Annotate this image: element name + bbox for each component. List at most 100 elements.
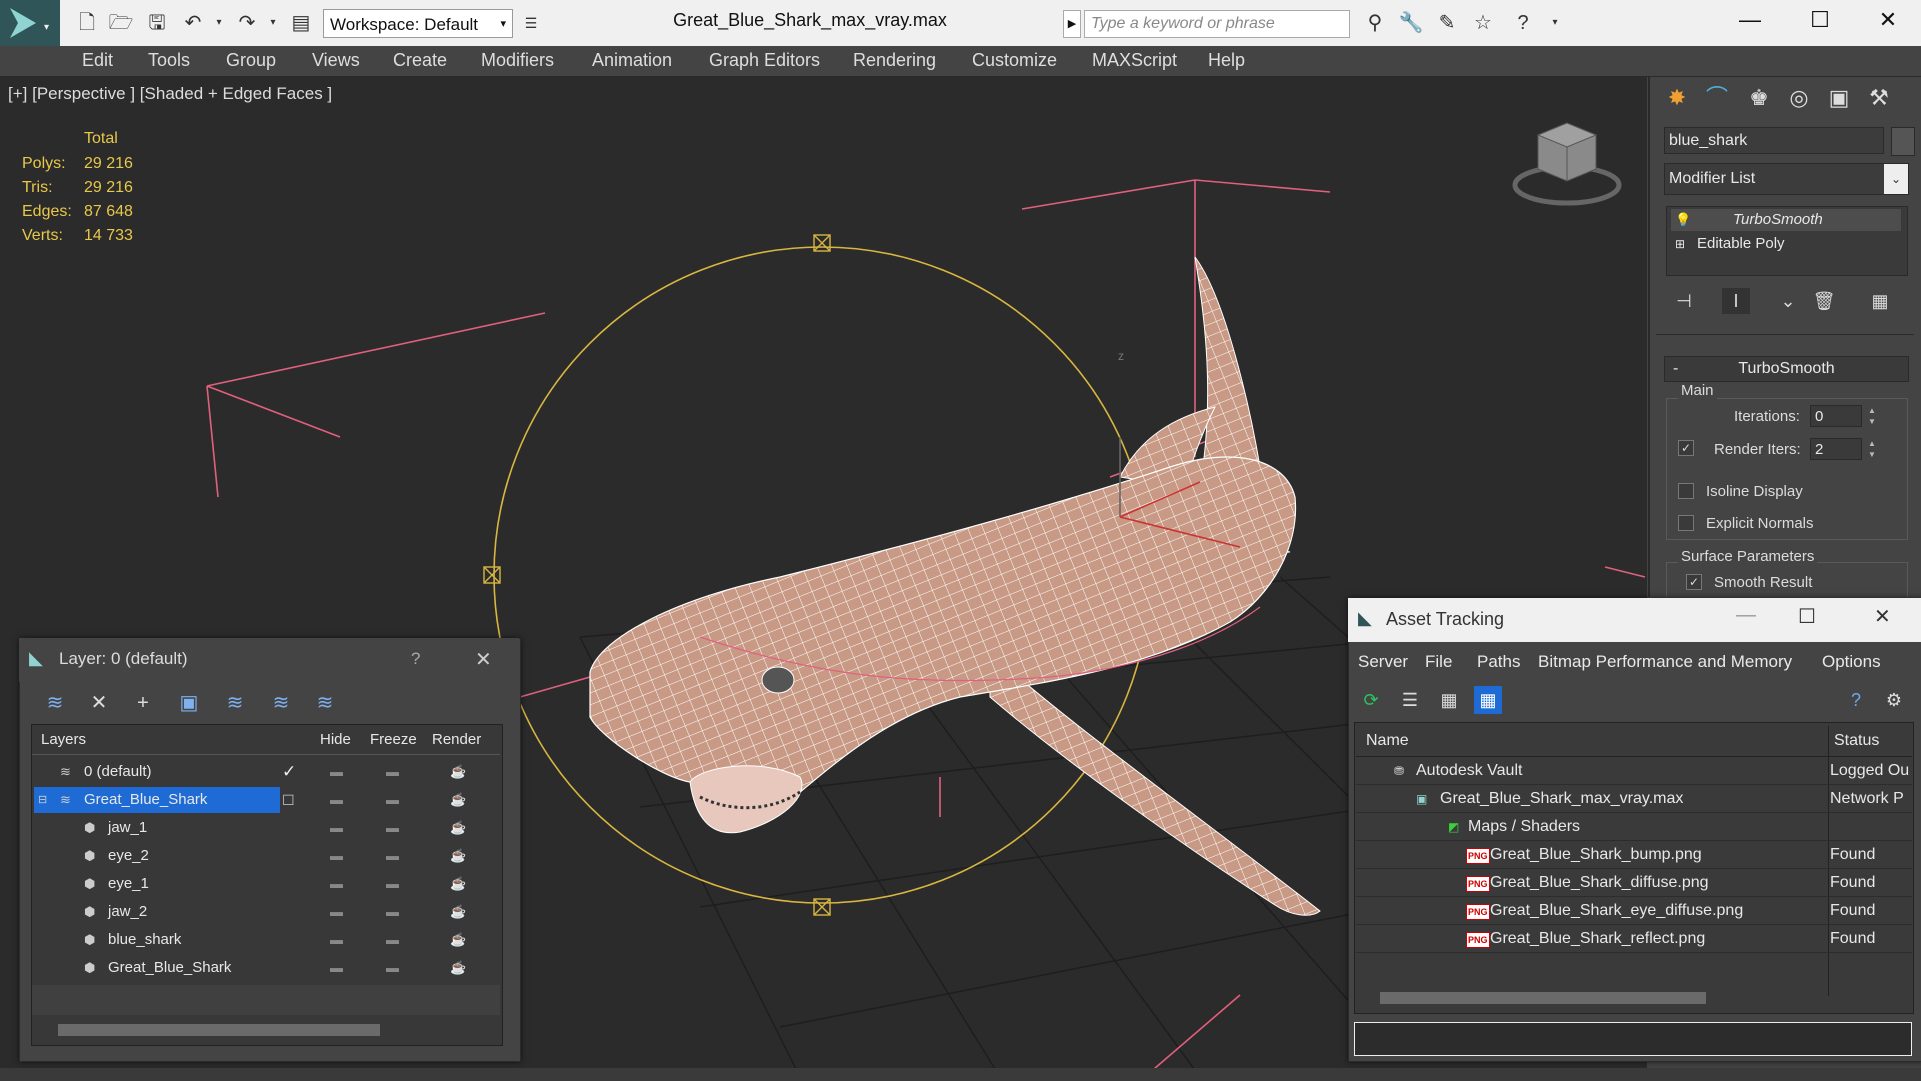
render-iters-checkbox[interactable]: ✓: [1678, 440, 1694, 456]
create-tab-icon[interactable]: ✸: [1660, 82, 1694, 114]
layer-row[interactable]: ⬢ jaw_2 ▬ ▬ ☕: [34, 899, 498, 925]
highlight-selected-icon[interactable]: ≋: [220, 688, 250, 718]
tree-view-icon[interactable]: ▦: [1435, 686, 1463, 714]
freeze-toggle[interactable]: ▬: [386, 955, 399, 981]
maximize-button[interactable]: ☐: [1786, 0, 1854, 46]
column-header-freeze[interactable]: Freeze: [370, 727, 417, 753]
workspace-menu-icon[interactable]: ☰: [518, 10, 544, 36]
iterations-spinner[interactable]: 0: [1810, 405, 1862, 427]
render-teapot-icon[interactable]: ☕: [450, 787, 466, 813]
select-objects-icon[interactable]: ▣: [174, 688, 204, 718]
wrench-icon[interactable]: 🔧: [1398, 10, 1424, 36]
hide-toggle[interactable]: ▬: [330, 787, 343, 813]
sign-in-icon[interactable]: ✎: [1434, 10, 1460, 36]
column-header-layers[interactable]: Layers: [41, 727, 86, 753]
render-teapot-icon[interactable]: ☕: [450, 843, 466, 869]
new-file-icon[interactable]: 🗋: [74, 10, 100, 36]
save-icon[interactable]: 🖫: [144, 10, 170, 36]
undo-dropdown-icon[interactable]: ▾: [206, 10, 232, 36]
expand-plus-icon[interactable]: ⊞: [1675, 233, 1685, 255]
table-view-icon[interactable]: ▦: [1474, 686, 1502, 714]
layer-row[interactable]: ⬢ eye_1 ▬ ▬ ☕: [34, 871, 498, 897]
close-button[interactable]: ✕: [1854, 0, 1921, 46]
make-unique-icon[interactable]: ⌄: [1774, 288, 1802, 314]
lightbulb-icon[interactable]: 💡: [1675, 209, 1691, 231]
minimize-button[interactable]: —: [1716, 0, 1784, 46]
freeze-toggle[interactable]: ▬: [386, 899, 399, 925]
asset-menu-file[interactable]: File: [1425, 648, 1452, 676]
column-header-hide[interactable]: Hide: [320, 727, 351, 753]
menu-tools[interactable]: Tools: [148, 46, 190, 76]
menu-graph-editors[interactable]: Graph Editors: [709, 46, 820, 76]
layer-row-selected[interactable]: ⊟ ≋ Great_Blue_Shark: [34, 787, 280, 813]
configure-modifier-sets-icon[interactable]: ▦: [1866, 288, 1894, 314]
freeze-all-layers-icon[interactable]: ≋: [310, 688, 340, 718]
hide-toggle[interactable]: ▬: [330, 927, 343, 953]
render-teapot-icon[interactable]: ☕: [450, 759, 466, 785]
freeze-toggle[interactable]: ▬: [386, 927, 399, 953]
stack-item-turbosmooth[interactable]: 💡 TurboSmooth: [1671, 209, 1901, 231]
hide-toggle[interactable]: ▬: [330, 815, 343, 841]
render-teapot-icon[interactable]: ☕: [450, 815, 466, 841]
redo-dropdown-icon[interactable]: ▾: [260, 10, 286, 36]
freeze-toggle[interactable]: ▬: [386, 759, 399, 785]
remove-modifier-icon[interactable]: 🗑: [1810, 288, 1838, 314]
active-layer-check-icon[interactable]: ✓: [282, 759, 296, 785]
menu-views[interactable]: Views: [312, 46, 360, 76]
asset-row[interactable]: ◩ Maps / Shaders: [1356, 814, 1912, 841]
show-end-result-icon[interactable]: I: [1722, 288, 1750, 314]
render-teapot-icon[interactable]: ☕: [450, 955, 466, 981]
layer-row[interactable]: ⬢ jaw_1 ▬ ▬ ☕: [34, 815, 498, 841]
asset-tracking-title-bar[interactable]: ◣ Asset Tracking — ☐ ✕: [1348, 598, 1921, 642]
column-header-name[interactable]: Name: [1366, 726, 1409, 756]
utilities-tab-icon[interactable]: ⚒: [1862, 82, 1896, 114]
layer-dialog-title-bar[interactable]: ◣ Layer: 0 (default) ? ✕: [19, 638, 519, 682]
turbosmooth-rollout-header[interactable]: - TurboSmooth: [1664, 356, 1909, 382]
menu-help[interactable]: Help: [1208, 46, 1245, 76]
hide-toggle[interactable]: ▬: [330, 871, 343, 897]
search-expand-icon[interactable]: ▶: [1063, 10, 1081, 38]
freeze-toggle[interactable]: ▬: [386, 843, 399, 869]
list-view-icon[interactable]: ☰: [1396, 686, 1424, 714]
asset-menu-options[interactable]: Options: [1822, 648, 1881, 676]
menu-group[interactable]: Group: [226, 46, 276, 76]
render-teapot-icon[interactable]: ☕: [450, 899, 466, 925]
modifier-list-dropdown[interactable]: Modifier List ⌄: [1664, 163, 1909, 195]
hide-all-layers-icon[interactable]: ≋: [266, 688, 296, 718]
explicit-normals-checkbox[interactable]: [1678, 515, 1694, 531]
help-question-icon[interactable]: ?: [411, 649, 420, 669]
asset-row[interactable]: PNG Great_Blue_Shark_reflect.png Found: [1356, 926, 1912, 953]
add-to-layer-icon[interactable]: +: [128, 688, 158, 718]
asset-path-field[interactable]: [1354, 1022, 1912, 1056]
menu-customize[interactable]: Customize: [972, 46, 1057, 76]
minimize-button[interactable]: —: [1736, 604, 1756, 627]
hide-toggle[interactable]: ▬: [330, 843, 343, 869]
hide-toggle[interactable]: ▬: [330, 899, 343, 925]
freeze-toggle[interactable]: ▬: [386, 871, 399, 897]
display-tab-icon[interactable]: ▣: [1822, 82, 1856, 114]
close-icon[interactable]: ✕: [475, 647, 492, 672]
help-icon[interactable]: ?: [1842, 686, 1870, 714]
delete-layer-icon[interactable]: ✕: [84, 688, 114, 718]
hide-toggle[interactable]: ▬: [330, 955, 343, 981]
layer-row[interactable]: ⬢ Great_Blue_Shark ▬ ▬ ☕: [34, 955, 498, 981]
render-iters-spinner[interactable]: 2: [1810, 438, 1862, 460]
horizontal-scrollbar[interactable]: [1380, 992, 1706, 1004]
redo-icon[interactable]: ↷: [234, 10, 260, 36]
freeze-toggle[interactable]: ▬: [386, 787, 399, 813]
asset-row[interactable]: PNG Great_Blue_Shark_eye_diffuse.png Fou…: [1356, 898, 1912, 925]
column-header-render[interactable]: Render: [432, 727, 481, 753]
viewport-label[interactable]: [+] [Perspective ] [Shaded + Edged Faces…: [8, 84, 332, 104]
object-name-field[interactable]: blue_shark: [1664, 127, 1884, 154]
create-layer-icon[interactable]: ≋: [40, 688, 70, 718]
layer-row[interactable]: ≋ 0 (default) ✓ ▬ ▬ ☕: [34, 759, 498, 785]
favorites-star-icon[interactable]: ☆: [1470, 10, 1496, 36]
motion-tab-icon[interactable]: ◎: [1782, 82, 1816, 114]
spinner-arrows-icon[interactable]: ▲ ▼: [1866, 438, 1878, 460]
workspace-selector[interactable]: Workspace: Default ▾: [323, 9, 513, 38]
pin-stack-icon[interactable]: ⊣: [1670, 288, 1698, 314]
menu-maxscript[interactable]: MAXScript: [1092, 46, 1177, 76]
object-color-swatch[interactable]: [1891, 127, 1915, 156]
asset-menu-server[interactable]: Server: [1358, 648, 1408, 676]
horizontal-scrollbar[interactable]: [58, 1024, 380, 1036]
